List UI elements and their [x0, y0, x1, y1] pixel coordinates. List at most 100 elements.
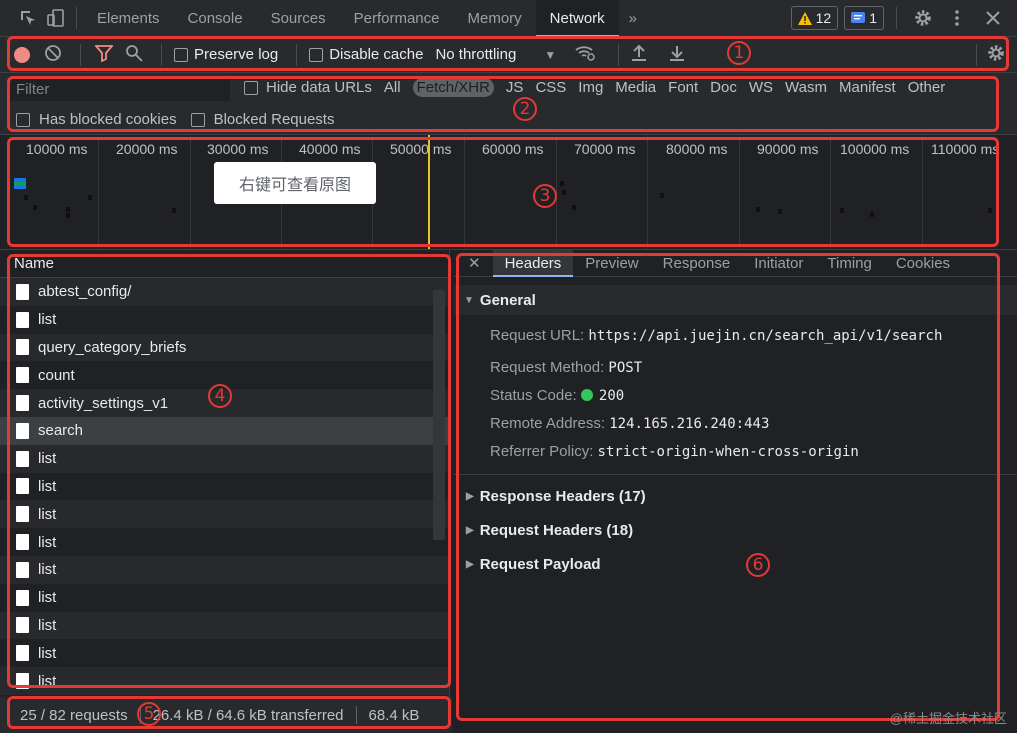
disable-cache-checkbox[interactable]: Disable cache [309, 46, 423, 63]
checkbox-box[interactable] [174, 47, 188, 62]
record-icon[interactable] [14, 46, 30, 63]
request-bar [560, 181, 564, 186]
request-row[interactable]: list [0, 500, 449, 529]
tab-timing[interactable]: Timing [815, 250, 883, 277]
tab-console[interactable]: Console [174, 0, 257, 37]
triangle-right-icon: ▶ [466, 558, 474, 570]
request-bar [988, 208, 992, 213]
close-details-icon[interactable]: ✕ [454, 254, 493, 272]
request-row[interactable]: list [0, 667, 449, 695]
request-row[interactable]: list [0, 306, 449, 334]
request-bar [870, 212, 874, 217]
request-row[interactable]: list [0, 611, 449, 640]
messages-badge[interactable]: 1 [844, 6, 884, 30]
divider [296, 43, 298, 66]
file-icon [16, 478, 29, 495]
clear-icon[interactable] [44, 44, 62, 65]
import-har-icon[interactable] [631, 44, 647, 65]
blocked-requests-checkbox[interactable]: Blocked Requests [190, 111, 334, 128]
request-row-search-selected[interactable]: search [0, 416, 449, 445]
network-conditions-wifi-icon[interactable] [574, 44, 596, 65]
network-settings-gear-icon[interactable] [987, 44, 1005, 65]
filter-type-ws[interactable]: WS [749, 79, 773, 96]
tab-preview[interactable]: Preview [573, 250, 650, 277]
filter-funnel-icon[interactable] [94, 44, 114, 65]
request-bar [572, 205, 576, 210]
request-list-scrollbar[interactable] [433, 290, 445, 540]
filter-input[interactable]: Filter [10, 79, 230, 101]
request-row[interactable]: query_category_briefs [0, 333, 449, 362]
request-count: 25 / 82 requests [20, 706, 128, 724]
tab-headers[interactable]: Headers [492, 249, 574, 277]
grid-line [830, 135, 831, 249]
name-column-header[interactable]: Name [0, 250, 449, 278]
tab-elements[interactable]: Elements [83, 0, 174, 37]
checkbox-box[interactable] [244, 80, 258, 95]
tab-network[interactable]: Network [535, 0, 619, 37]
request-row[interactable]: list [0, 555, 449, 584]
general-section-header[interactable]: ▼ General [454, 285, 1017, 315]
export-har-icon[interactable] [669, 44, 685, 65]
checkbox-box[interactable] [16, 112, 30, 127]
request-row[interactable]: list [0, 584, 449, 612]
response-headers-section[interactable]: ▶ Response Headers (17) [454, 479, 1017, 513]
network-overview-timeline[interactable]: 10000 ms 20000 ms 30000 ms 40000 ms 5000… [0, 135, 1017, 250]
search-icon[interactable] [125, 44, 143, 65]
filter-type-fetch-xhr[interactable]: Fetch/XHR [412, 78, 494, 97]
status-ok-icon [580, 389, 593, 401]
filter-type-js[interactable]: JS [506, 79, 524, 96]
more-options-icon[interactable] [943, 4, 971, 32]
has-blocked-cookies-checkbox[interactable]: Has blocked cookies [16, 111, 177, 128]
annotation-number-5: 5 [137, 702, 161, 726]
preserve-log-checkbox[interactable]: Preserve log [174, 46, 278, 63]
request-name: list [38, 505, 57, 523]
has-blocked-cookies-label: Has blocked cookies [39, 111, 177, 128]
request-name: list [38, 561, 57, 579]
hide-data-urls-checkbox[interactable]: Hide data URLs [244, 79, 372, 96]
request-row[interactable]: list [0, 639, 449, 667]
blocked-filters: Has blocked cookies Blocked Requests [16, 111, 334, 128]
watermark: @稀土掘金技术社区 [889, 711, 1007, 726]
filter-type-img[interactable]: Img [578, 79, 603, 96]
filter-type-media[interactable]: Media [615, 79, 656, 96]
request-row[interactable]: list [0, 473, 449, 501]
checkbox-box[interactable] [190, 112, 205, 127]
messages-count: 1 [869, 10, 877, 26]
filter-type-font[interactable]: Font [668, 79, 698, 96]
request-url-row: Request URL: https://api.juejin.cn/searc… [454, 323, 1017, 350]
status-code-value: 200 [598, 388, 625, 404]
request-headers-section[interactable]: ▶ Request Headers (18) [454, 513, 1017, 547]
tab-sources[interactable]: Sources [257, 0, 340, 37]
tab-initiator[interactable]: Initiator [742, 250, 815, 277]
request-row[interactable]: list [0, 528, 449, 556]
preserve-log-label: Preserve log [194, 46, 279, 63]
tab-response[interactable]: Response [651, 250, 743, 277]
tab-memory[interactable]: Memory [453, 0, 535, 37]
tab-cookies[interactable]: Cookies [884, 250, 962, 277]
filter-type-css[interactable]: CSS [535, 79, 566, 96]
timeline-tick: 80000 ms [666, 141, 728, 157]
more-tabs-icon[interactable]: » [619, 0, 647, 37]
filter-type-doc[interactable]: Doc [710, 79, 737, 96]
filter-type-all[interactable]: All [384, 79, 401, 96]
throttling-value: No throttling [435, 46, 517, 63]
warnings-badge[interactable]: 12 [790, 6, 839, 30]
inspect-element-icon[interactable] [14, 4, 42, 32]
file-icon [16, 645, 29, 662]
request-row[interactable]: list [0, 444, 449, 473]
close-devtools-icon[interactable] [979, 4, 1007, 32]
request-bar [14, 182, 26, 186]
request-row-abtest-config[interactable]: abtest_config/ [0, 278, 449, 306]
device-toolbar-icon[interactable] [42, 4, 70, 32]
divider [80, 43, 81, 66]
general-title: General [479, 291, 536, 309]
request-payload-section[interactable]: ▶ Request Payload [454, 547, 1017, 581]
filter-type-manifest[interactable]: Manifest [839, 79, 896, 96]
filter-type-wasm[interactable]: Wasm [785, 79, 827, 96]
checkbox-box[interactable] [309, 47, 324, 62]
resource-type-filters: Hide data URLs All Fetch/XHR JS CSS Img … [244, 78, 945, 97]
throttling-select[interactable]: No throttling ▼ [435, 46, 556, 63]
filter-type-other[interactable]: Other [908, 79, 946, 96]
tab-performance[interactable]: Performance [340, 0, 454, 37]
settings-gear-icon[interactable] [909, 4, 937, 32]
